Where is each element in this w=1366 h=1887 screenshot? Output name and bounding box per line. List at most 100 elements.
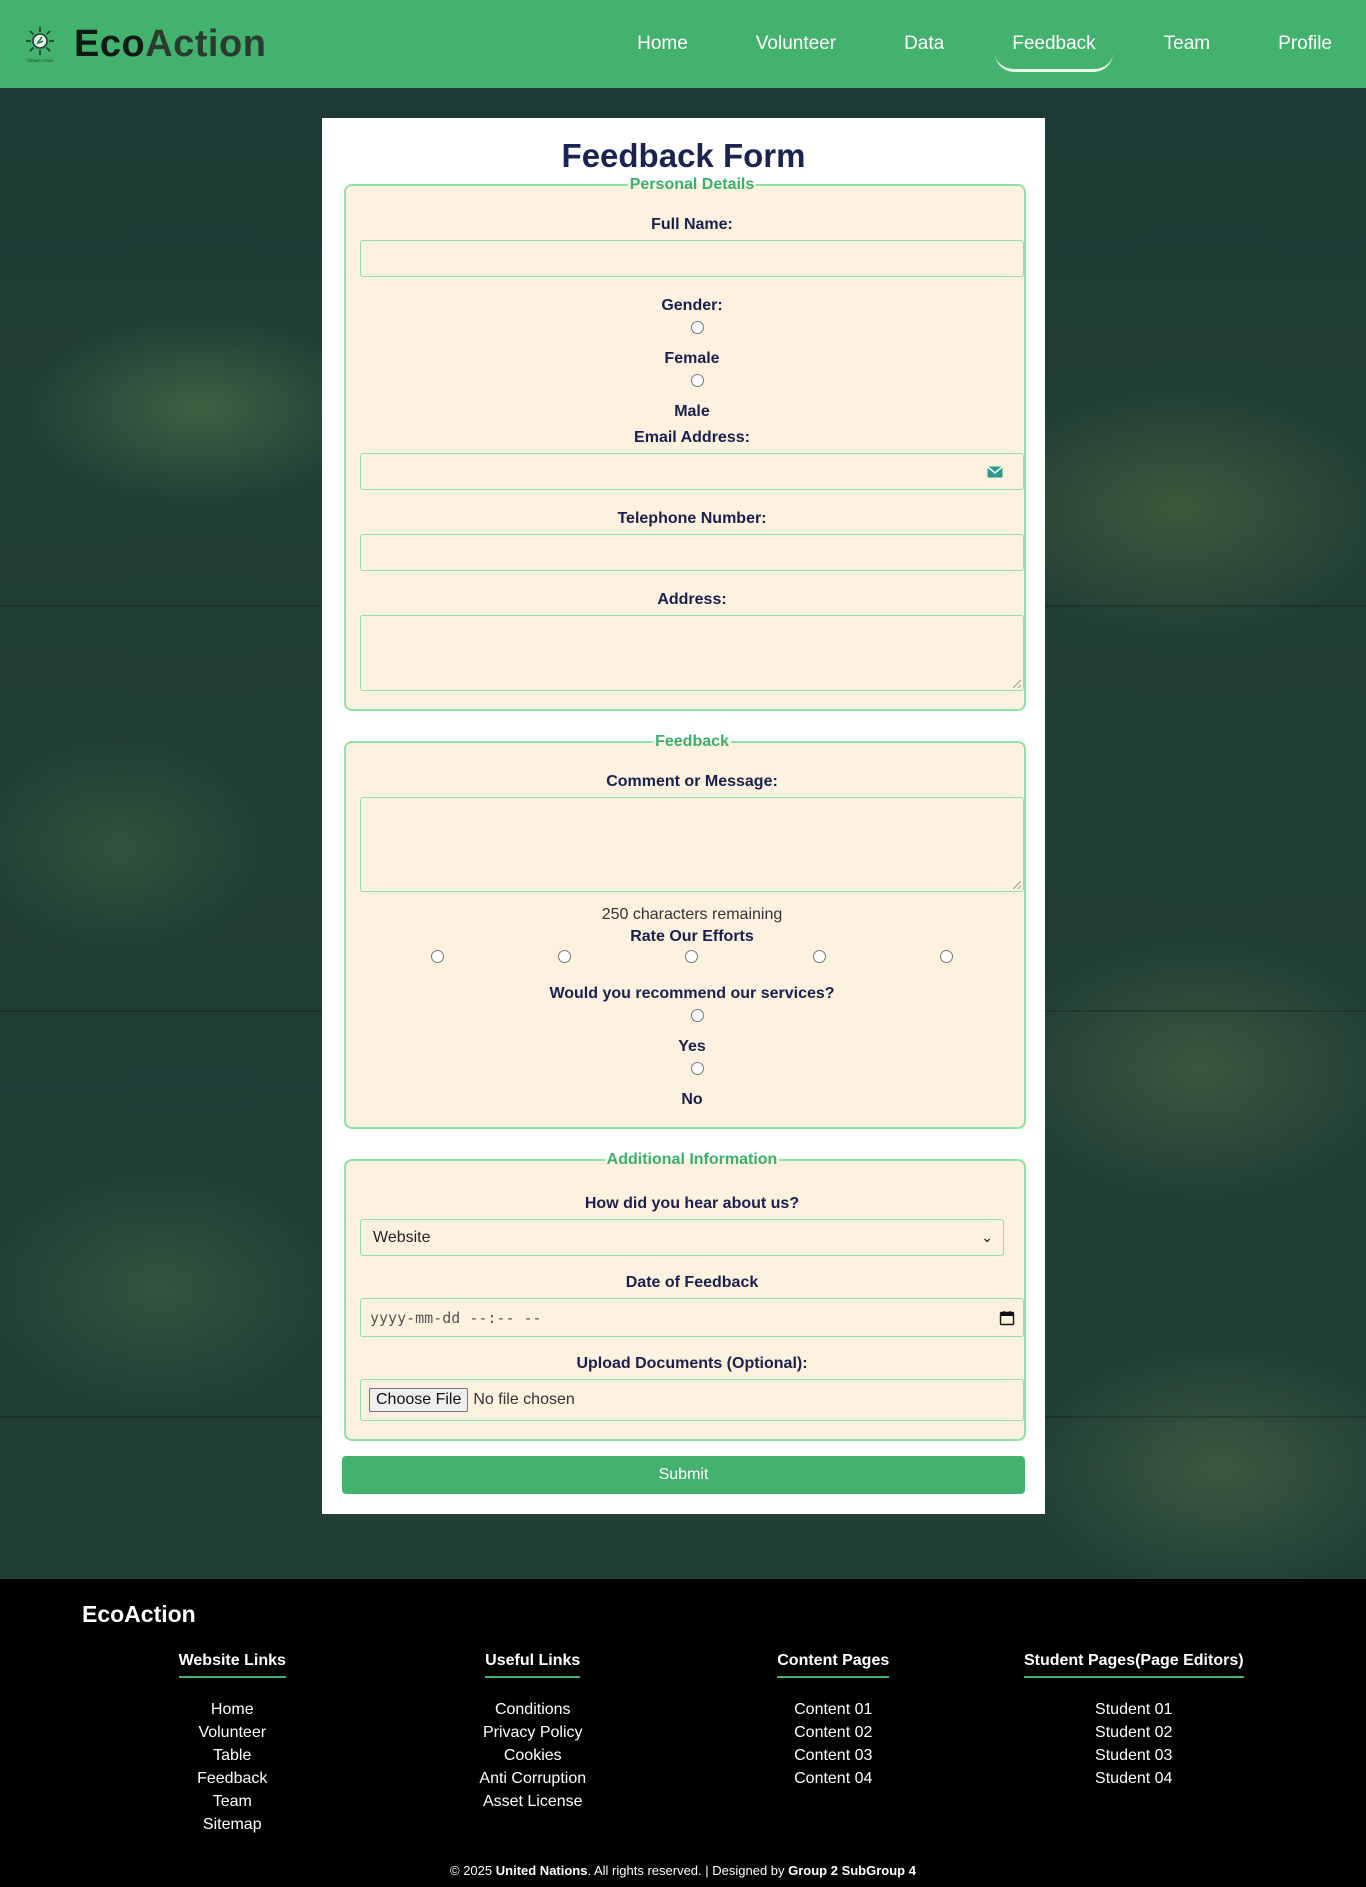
gender-male-label: Male	[674, 403, 710, 421]
recommend-yes-radio[interactable]	[690, 1009, 704, 1023]
no-file-text: No file chosen	[473, 1391, 575, 1409]
footer-link-home[interactable]: Home	[82, 1698, 383, 1721]
main-nav: Home Volunteer Data Feedback Team Profil…	[603, 0, 1366, 88]
submit-button[interactable]: Submit	[342, 1456, 1025, 1495]
footer-link-anti-corruption[interactable]: Anti Corruption	[383, 1767, 684, 1790]
recommend-no-radio[interactable]	[690, 1062, 704, 1076]
footer-link-volunteer[interactable]: Volunteer	[82, 1721, 383, 1744]
form-title: Feedback Form	[561, 137, 806, 174]
footer-col-heading: Useful Links	[485, 1652, 581, 1678]
additional-info-legend: Additional Information	[606, 1151, 778, 1169]
file-upload-input[interactable]: Choose File No file chosen	[360, 1379, 1024, 1422]
rating-1-radio[interactable]	[431, 950, 445, 964]
footer-link-conditions[interactable]: Conditions	[383, 1698, 684, 1721]
brand-name[interactable]: EcoAction	[74, 23, 266, 66]
feedback-form: Feedback Form Personal Details Full Name…	[322, 118, 1045, 1515]
recommend-no-label: No	[681, 1091, 703, 1109]
telephone-input[interactable]	[360, 534, 1024, 572]
resize-grip-icon[interactable]	[1013, 881, 1021, 890]
additional-info-fieldset: Additional Information How did you hear …	[344, 1151, 1026, 1442]
email-input[interactable]	[360, 453, 1024, 491]
copyright-prefix: © 2025	[450, 1863, 496, 1878]
gender-female-radio[interactable]	[690, 321, 704, 335]
footer-columns: Website Links Home Volunteer Table Feedb…	[82, 1652, 1284, 1836]
footer-col-heading: Website Links	[178, 1652, 286, 1678]
footer-link-content-01[interactable]: Content 01	[683, 1698, 984, 1721]
rating-3-radio[interactable]	[685, 950, 699, 964]
address-label: Address:	[657, 591, 727, 609]
gender-male-radio[interactable]	[690, 374, 704, 388]
personal-details-fieldset: Personal Details Full Name: Gender: Fema…	[344, 176, 1026, 712]
site-footer: EcoAction Website Links Home Volunteer T…	[0, 1579, 1366, 1887]
choose-file-button[interactable]: Choose File	[369, 1388, 469, 1413]
comment-textarea[interactable]	[360, 797, 1024, 893]
calendar-icon[interactable]	[999, 1310, 1015, 1326]
date-placeholder: yyyy-mm-dd --:-- --	[370, 1308, 542, 1327]
feedback-legend: Feedback	[655, 733, 729, 751]
email-autofill-icon[interactable]	[987, 465, 1003, 478]
footer-link-privacy-policy[interactable]: Privacy Policy	[383, 1721, 684, 1744]
footer-link-content-03[interactable]: Content 03	[683, 1744, 984, 1767]
footer-link-sitemap[interactable]: Sitemap	[82, 1813, 383, 1836]
nav-volunteer[interactable]: Volunteer	[722, 0, 870, 88]
hero-background: Feedback Form Personal Details Full Name…	[0, 88, 1366, 1579]
recommend-yes-label: Yes	[678, 1038, 706, 1056]
hear-about-select[interactable]: Website ⌄	[360, 1219, 1004, 1257]
email-label: Email Address:	[634, 429, 750, 447]
nav-data[interactable]: Data	[870, 0, 978, 88]
brand-action: Action	[145, 22, 267, 65]
copyright-org: United Nations	[495, 1863, 588, 1878]
footer-col-student-pages: Student Pages(Page Editors) Student 01 S…	[984, 1652, 1285, 1836]
climate-action-logo-icon[interactable]: Climate Action	[20, 24, 60, 64]
footer-col-useful-links: Useful Links Conditions Privacy Policy C…	[383, 1652, 684, 1836]
footer-link-asset-license[interactable]: Asset License	[383, 1790, 684, 1813]
gender-label: Gender:	[661, 297, 723, 315]
logo-caption: Climate Action	[27, 58, 54, 63]
date-label: Date of Feedback	[625, 1274, 759, 1292]
nav-home[interactable]: Home	[603, 0, 722, 88]
footer-brand[interactable]: EcoAction	[82, 1601, 196, 1628]
rating-2-radio[interactable]	[558, 950, 572, 964]
personal-details-legend: Personal Details	[629, 176, 755, 194]
footer-link-student-01[interactable]: Student 01	[984, 1698, 1285, 1721]
rating-radio-group	[360, 950, 1024, 964]
chevron-down-icon: ⌄	[981, 1229, 993, 1246]
full-name-input[interactable]	[360, 240, 1024, 278]
nav-profile[interactable]: Profile	[1244, 0, 1366, 88]
footer-link-feedback[interactable]: Feedback	[82, 1767, 383, 1790]
footer-col-heading: Student Pages(Page Editors)	[1023, 1652, 1244, 1678]
footer-col-content-pages: Content Pages Content 01 Content 02 Cont…	[683, 1652, 984, 1836]
recommend-options: Yes No	[360, 1009, 1024, 1109]
footer-link-student-04[interactable]: Student 04	[984, 1767, 1285, 1790]
copyright-group: Group 2 SubGroup 4	[788, 1863, 916, 1878]
full-name-label: Full Name:	[651, 216, 733, 234]
feedback-fieldset: Feedback Comment or Message: 250 charact…	[344, 733, 1026, 1130]
footer-col-heading: Content Pages	[777, 1652, 890, 1678]
footer-link-student-03[interactable]: Student 03	[984, 1744, 1285, 1767]
hear-about-label: How did you hear about us?	[584, 1195, 800, 1213]
copyright-middle: . All rights reserved. | Designed by	[587, 1863, 789, 1878]
site-header: Climate Action EcoAction Home Volunteer …	[0, 0, 1366, 88]
footer-link-table[interactable]: Table	[82, 1744, 383, 1767]
brand-eco: Eco	[74, 22, 146, 65]
footer-link-content-02[interactable]: Content 02	[683, 1721, 984, 1744]
footer-link-content-04[interactable]: Content 04	[683, 1767, 984, 1790]
address-textarea[interactable]	[360, 615, 1024, 692]
telephone-label: Telephone Number:	[617, 510, 767, 528]
nav-team[interactable]: Team	[1130, 0, 1244, 88]
nav-feedback[interactable]: Feedback	[978, 0, 1129, 88]
footer-link-student-02[interactable]: Student 02	[984, 1721, 1285, 1744]
footer-link-cookies[interactable]: Cookies	[383, 1744, 684, 1767]
hear-about-selected-value: Website	[373, 1228, 431, 1246]
rate-label: Rate Our Efforts	[630, 928, 754, 946]
rating-4-radio[interactable]	[812, 950, 826, 964]
date-input[interactable]: yyyy-mm-dd --:-- --	[360, 1298, 1024, 1338]
recommend-label: Would you recommend our services?	[549, 985, 835, 1003]
rating-5-radio[interactable]	[939, 950, 953, 964]
footer-col-website-links: Website Links Home Volunteer Table Feedb…	[82, 1652, 383, 1836]
footer-link-team[interactable]: Team	[82, 1790, 383, 1813]
resize-grip-icon[interactable]	[1013, 680, 1021, 689]
gender-female-label: Female	[664, 350, 720, 368]
comment-label: Comment or Message:	[606, 773, 778, 791]
upload-label: Upload Documents (Optional):	[576, 1355, 808, 1373]
